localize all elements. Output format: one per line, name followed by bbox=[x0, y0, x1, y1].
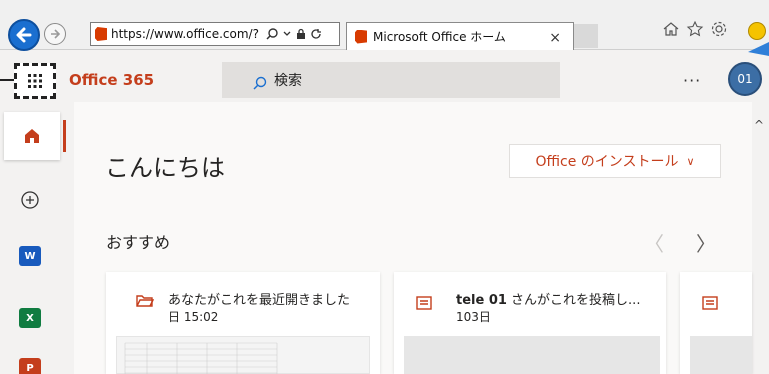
card-author: tele 01 bbox=[456, 293, 507, 308]
more-options-button[interactable]: ··· bbox=[683, 71, 701, 90]
rail-item-powerpoint[interactable]: P bbox=[14, 352, 46, 374]
recommended-card[interactable]: あなたがこれを最近開きました 日 15:02 bbox=[106, 272, 380, 374]
spreadsheet-thumbnail-icon bbox=[124, 342, 278, 374]
search-box[interactable]: 検索 bbox=[222, 62, 560, 98]
news-post-icon bbox=[702, 295, 718, 314]
recommended-heading: おすすめ bbox=[106, 233, 171, 252]
word-icon: W bbox=[19, 246, 41, 266]
arrow-left-icon bbox=[16, 27, 32, 43]
recommended-card[interactable] bbox=[680, 272, 752, 374]
app-launcher-button[interactable] bbox=[14, 63, 56, 99]
browser-toolbar bbox=[662, 20, 728, 38]
install-office-button[interactable]: Office のインストール ∨ bbox=[509, 144, 721, 178]
rail-item-excel[interactable]: X bbox=[14, 302, 46, 334]
new-tab-button[interactable] bbox=[574, 24, 598, 48]
folder-icon bbox=[136, 293, 155, 313]
chevron-right-icon[interactable]: 〉 bbox=[696, 228, 716, 257]
address-url: https://www.office.com/? bbox=[111, 27, 259, 41]
callout-pointer-icon bbox=[748, 42, 769, 56]
feedback-smiley-icon[interactable] bbox=[748, 22, 766, 40]
home-icon[interactable] bbox=[662, 20, 680, 38]
card-thumbnail bbox=[690, 336, 752, 374]
browser-tab[interactable]: Microsoft Office ホーム × bbox=[346, 22, 574, 50]
home-icon bbox=[25, 129, 39, 143]
scroll-up-icon[interactable]: ^ bbox=[754, 118, 764, 132]
waffle-grid-icon bbox=[28, 74, 42, 88]
recommended-pager: 〈 〉 bbox=[644, 228, 716, 257]
settings-gear-icon[interactable] bbox=[710, 20, 728, 38]
install-label: Office のインストール bbox=[535, 154, 679, 170]
favorites-star-icon[interactable] bbox=[686, 20, 704, 38]
card-activity: あなたがこれを最近開きました bbox=[168, 293, 351, 308]
card-activity-text: さんがこれを投稿し... bbox=[506, 293, 641, 308]
recommended-card[interactable]: tele 01 さんがこれを投稿し... 103日 bbox=[394, 272, 666, 374]
card-timestamp: 日 15:02 bbox=[168, 310, 219, 324]
news-post-icon bbox=[416, 295, 432, 314]
card-thumbnail bbox=[404, 336, 660, 374]
search-placeholder: 検索 bbox=[274, 73, 302, 89]
rail-item-create[interactable] bbox=[14, 184, 46, 216]
tab-title: Microsoft Office ホーム bbox=[373, 30, 506, 44]
refresh-icon[interactable] bbox=[310, 28, 322, 40]
rail-item-home[interactable] bbox=[4, 112, 66, 160]
greeting-heading: こんにちは bbox=[105, 154, 225, 182]
card-timestamp: 103日 bbox=[456, 310, 491, 324]
arrow-right-icon bbox=[51, 29, 61, 39]
tab-close-button[interactable]: × bbox=[549, 30, 561, 46]
search-icon[interactable] bbox=[265, 27, 279, 41]
dropdown-arrow-icon[interactable] bbox=[282, 29, 292, 39]
plus-circle-icon bbox=[21, 191, 39, 209]
office-favicon-icon bbox=[355, 29, 367, 44]
browser-back-button[interactable] bbox=[8, 19, 40, 51]
active-indicator bbox=[63, 120, 66, 152]
office-favicon-icon bbox=[95, 27, 107, 41]
excel-icon: X bbox=[19, 308, 41, 328]
lock-icon bbox=[297, 28, 305, 39]
avatar[interactable]: 01 bbox=[728, 62, 762, 96]
address-bar[interactable]: https://www.office.com/? bbox=[90, 22, 340, 46]
powerpoint-icon: P bbox=[19, 358, 41, 374]
callout-line bbox=[0, 79, 15, 81]
brand-title[interactable]: Office 365 bbox=[69, 71, 154, 89]
chevron-down-icon: ∨ bbox=[686, 154, 695, 168]
search-icon bbox=[253, 76, 267, 90]
chevron-left-icon[interactable]: 〈 bbox=[644, 228, 664, 257]
card-activity: tele 01 さんがこれを投稿し... bbox=[456, 289, 640, 308]
card-thumbnail bbox=[116, 336, 370, 374]
rail-item-word[interactable]: W bbox=[14, 240, 46, 272]
browser-forward-button[interactable] bbox=[44, 23, 66, 45]
